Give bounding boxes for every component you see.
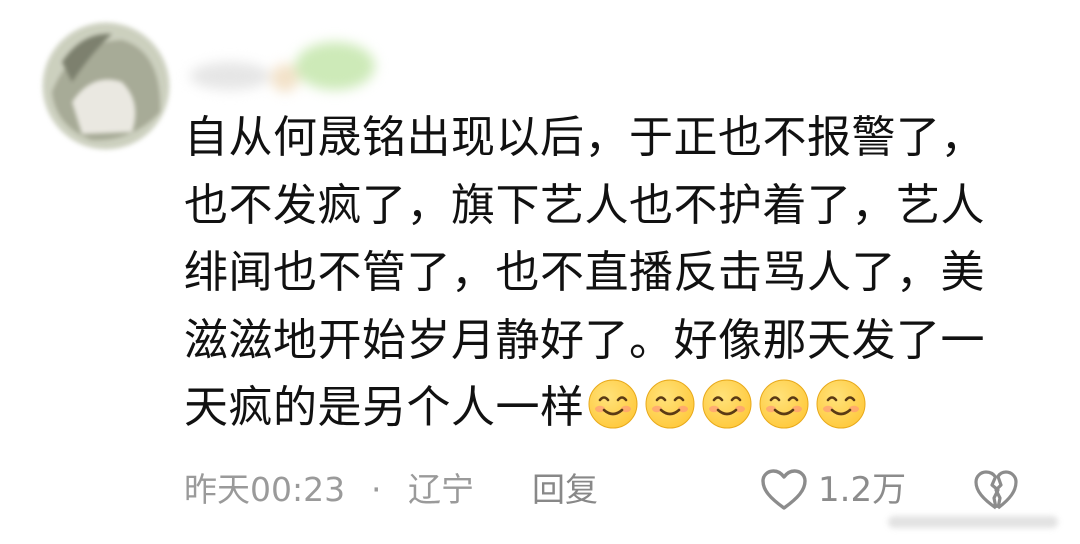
watermark-obscured [888,510,1058,532]
emoji-row [587,378,872,430]
like-button[interactable]: 1.2万 [760,462,906,518]
meta-separator: · [371,470,382,509]
heart-outline-icon [761,469,807,510]
comment-timestamp: 昨天00:23 [184,470,346,509]
smiling-face-emoji [645,379,694,429]
avatar[interactable] [42,22,170,150]
smiling-face-emoji [702,379,751,429]
broken-heart-icon[interactable] [973,468,1019,512]
comment-location: 辽宁 [408,470,474,509]
reply-button[interactable]: 回复 [532,462,598,518]
smiling-face-emoji [588,379,637,429]
avatar-image [42,22,170,150]
username-obscured [185,36,385,106]
smiling-face-emoji [816,379,865,429]
smiling-face-emoji [759,379,808,429]
comment-text: 自从何晟铭出现以后，于正也不报警了， 也不发疯了，旗下艺人也不护着了，艺人 绯闻… [184,112,985,433]
